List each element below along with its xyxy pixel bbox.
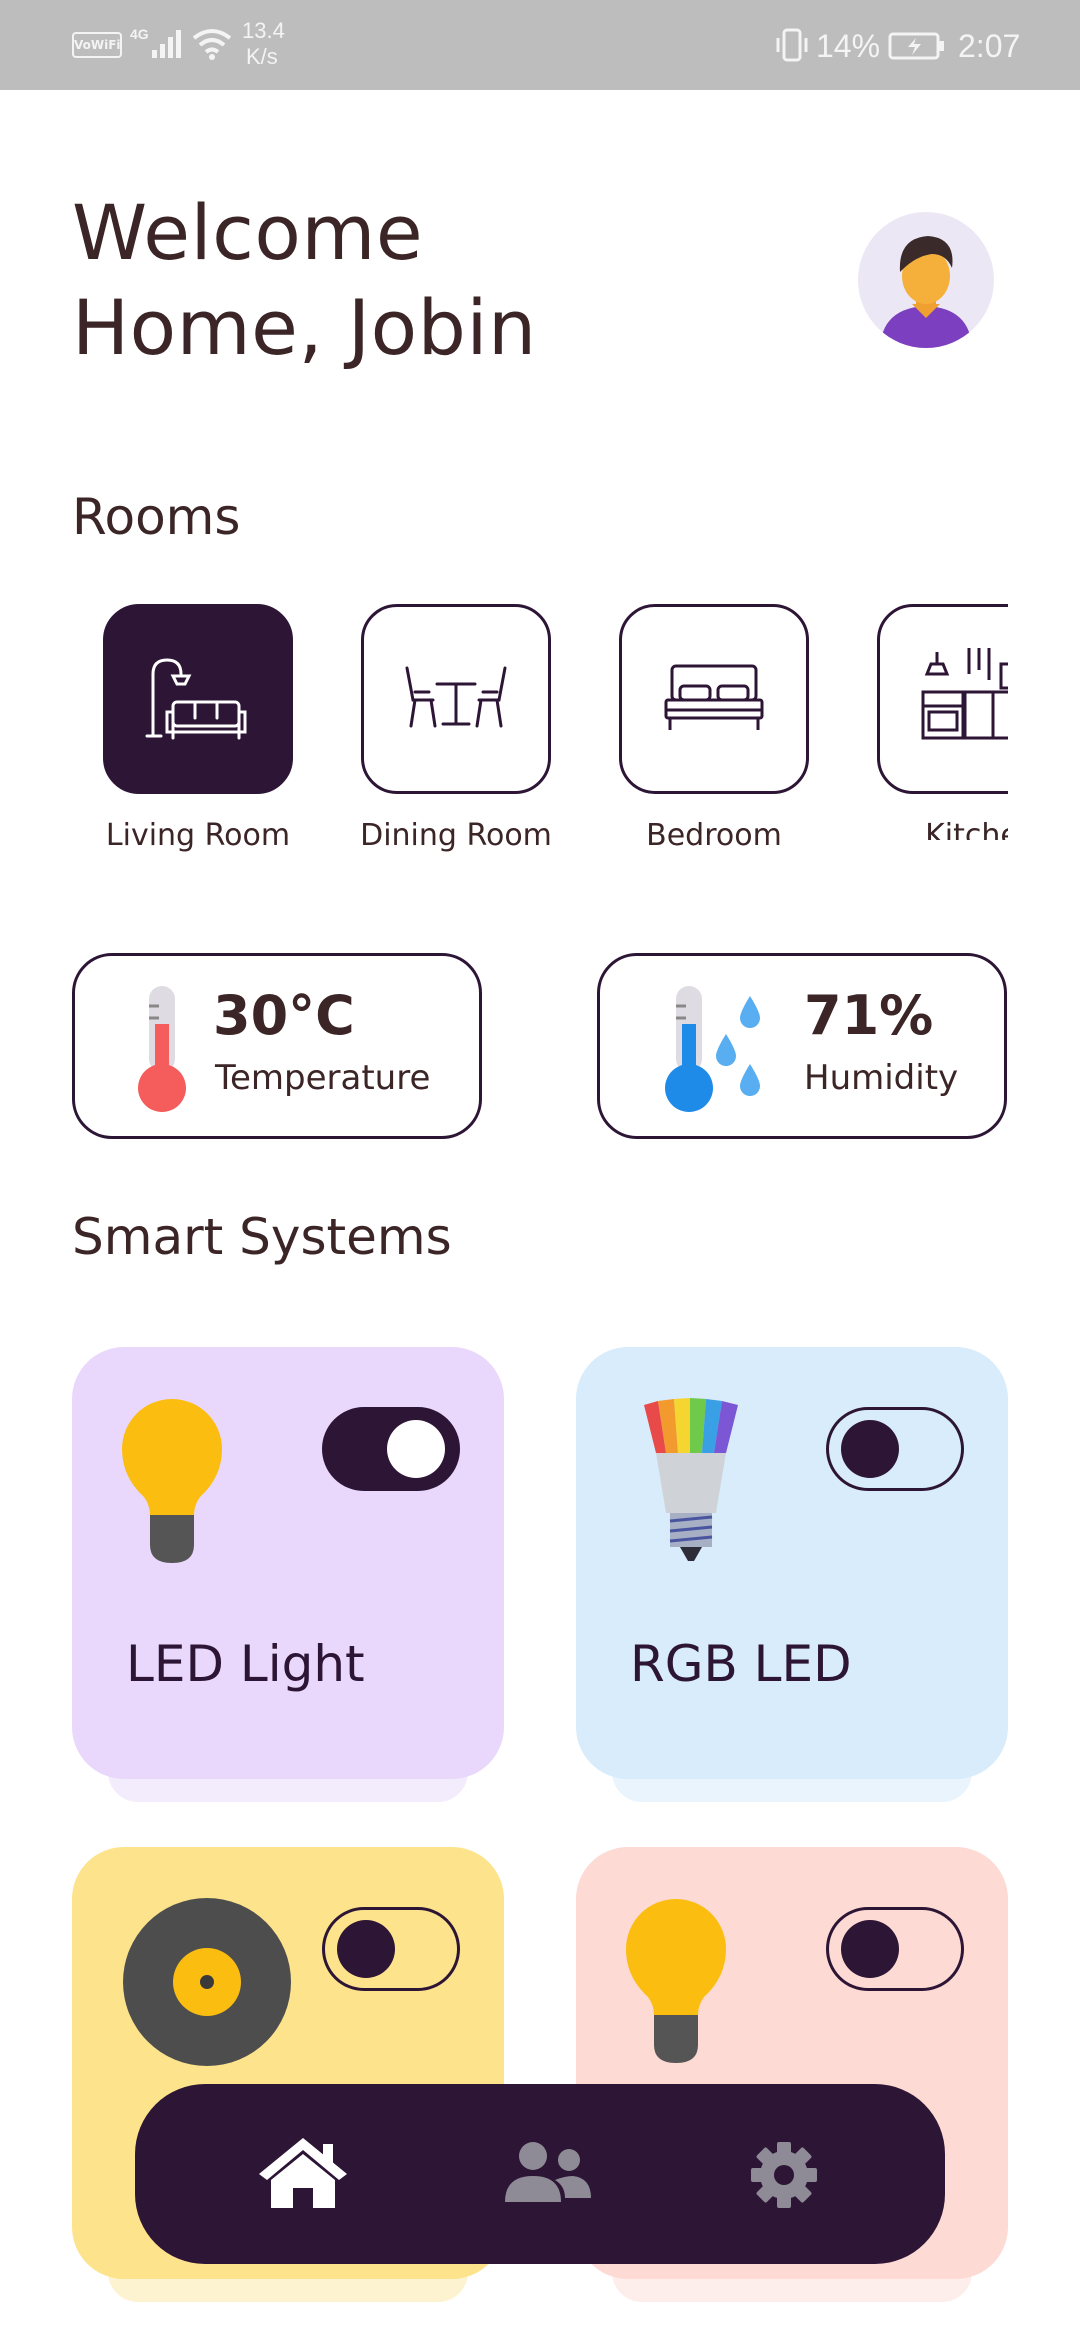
nav-home[interactable] (255, 2134, 355, 2214)
smart-systems-title: Smart Systems (72, 1208, 452, 1266)
battery-percent: 14% (816, 28, 881, 64)
speed-unit: K/s (246, 44, 278, 69)
temperature-value: 30°C (213, 984, 355, 1047)
bottom-nav (135, 2084, 945, 2264)
rooms-scroll-clip: Kitche (0, 580, 1008, 840)
signal-icon (152, 30, 181, 58)
temperature-label: Temperature (215, 1058, 431, 1098)
home-icon (259, 2138, 347, 2208)
device-name-rgb-led: RGB LED (630, 1635, 852, 1693)
toggle-knob (841, 1920, 899, 1978)
room-label-kitchen: Kitche (925, 818, 1008, 840)
vibrate-icon (776, 28, 808, 62)
vowifi-badge: VoWiFi (72, 32, 122, 58)
user-avatar-icon (880, 236, 972, 348)
led-light-toggle[interactable] (322, 1407, 460, 1491)
avatar[interactable] (858, 212, 994, 348)
humidity-value: 71% (804, 984, 934, 1047)
title-line-1: Welcome (72, 188, 424, 277)
speed-value: 13.4 (242, 18, 285, 43)
toggle-knob (337, 1920, 395, 1978)
room-tile-kitchen[interactable] (877, 604, 1008, 794)
toggle-knob (387, 1420, 445, 1478)
clock: 2:07 (958, 28, 1021, 64)
page-title: Welcome Home, Jobin (72, 185, 537, 375)
device-name-led-light: LED Light (126, 1635, 365, 1693)
kitchen-icon (921, 648, 1008, 740)
humidity-card: 71% Humidity (597, 953, 1007, 1139)
device-card-led-light[interactable]: LED Light (72, 1347, 504, 1779)
speaker-toggle[interactable] (322, 1907, 460, 1991)
network-type: 4G (130, 26, 149, 42)
lamp-toggle[interactable] (826, 1907, 964, 1991)
bulb-icon (626, 1899, 726, 2063)
humidity-label: Humidity (804, 1058, 959, 1098)
users-icon (505, 2142, 591, 2202)
bulb-icon (122, 1399, 222, 1563)
rooms-title: Rooms (72, 488, 241, 546)
rgb-bulb-icon (644, 1398, 738, 1561)
speaker-icon (123, 1898, 291, 2066)
battery-icon (888, 32, 944, 60)
status-bar: VoWiFi 4G 13.4 K/s 14% 2:07 (0, 0, 1080, 90)
humidity-icon (665, 986, 760, 1112)
temperature-card: 30°C Temperature (72, 953, 482, 1139)
nav-users[interactable] (503, 2140, 593, 2210)
toggle-knob (841, 1420, 899, 1478)
rgb-led-toggle[interactable] (826, 1407, 964, 1491)
thermometer-hot-icon (138, 986, 186, 1112)
settings-icon (751, 2142, 817, 2208)
device-card-rgb-led[interactable]: RGB LED (576, 1347, 1008, 1779)
wifi-icon (192, 29, 232, 60)
nav-settings[interactable] (749, 2140, 821, 2212)
title-line-2: Home, Jobin (72, 283, 537, 372)
